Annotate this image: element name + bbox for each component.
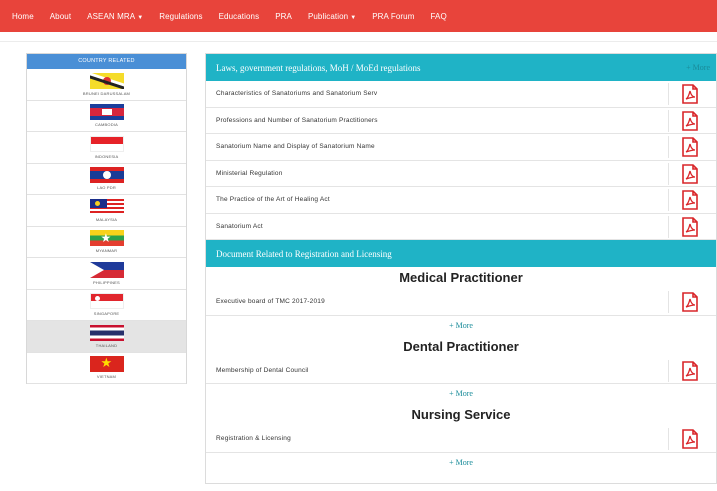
pdf-icon[interactable]: [668, 136, 710, 158]
document-row[interactable]: Ministerial Regulation: [206, 161, 716, 187]
country-item-myanmar[interactable]: ★ MYANMAR: [27, 227, 186, 258]
brunei-flag-icon: [89, 72, 124, 89]
document-title[interactable]: Characteristics of Sanatoriums and Sanat…: [216, 90, 377, 97]
nav-pra-forum[interactable]: PRA Forum: [372, 12, 414, 21]
registration-groups: Medical Practitioner Executive board of T…: [206, 267, 716, 473]
country-item-philippines[interactable]: PHILIPPINES: [27, 258, 186, 290]
document-row[interactable]: Professions and Number of Sanatorium Pra…: [206, 108, 716, 134]
sidebar-title: COUNTRY RELATED: [27, 54, 186, 69]
nav-educations[interactable]: Educations: [219, 12, 260, 21]
registration-section-title: Document Related to Registration and Lic…: [216, 248, 392, 259]
nav-publication-label: Publication: [307, 11, 349, 21]
main-content: Laws, government regulations, MoH / MoEd…: [205, 53, 717, 484]
vietnam-flag-icon: ★: [89, 356, 124, 373]
country-item-indonesia[interactable]: INDONESIA: [27, 132, 186, 164]
document-title[interactable]: Professions and Number of Sanatorium Pra…: [216, 117, 378, 124]
country-name: PHILIPPINES: [93, 279, 120, 285]
country-item-vietnam[interactable]: ★ VIETNAM: [27, 353, 186, 384]
country-name: VIETNAM: [96, 374, 117, 380]
document-title[interactable]: Membership of Dental Council: [216, 367, 309, 374]
laws-document-list: Characteristics of Sanatoriums and Sanat…: [206, 81, 716, 240]
nav-asean-mra[interactable]: ASEAN MRA ▼: [87, 12, 143, 21]
pdf-icon[interactable]: [668, 215, 710, 238]
nav-faq[interactable]: FAQ: [430, 12, 446, 21]
myanmar-flag-icon: ★: [89, 230, 124, 247]
philippines-flag-icon: [89, 261, 124, 278]
malaysia-flag-icon: [89, 198, 124, 215]
document-row[interactable]: Registration & Licensing: [206, 426, 716, 453]
country-item-cambodia[interactable]: CAMBODIA: [27, 101, 186, 132]
registration-section-header: Document Related to Registration and Lic…: [206, 240, 716, 267]
caret-down-icon: ▼: [350, 14, 357, 21]
country-name: SINGAPORE: [93, 311, 120, 317]
country-name: CAMBODIA: [95, 122, 118, 128]
thailand-flag-icon: [89, 324, 124, 341]
document-row[interactable]: Sanatorium Act: [206, 214, 716, 240]
singapore-flag-icon: [89, 293, 124, 310]
cambodia-flag-icon: [89, 104, 124, 121]
country-name: INDONESIA: [94, 153, 119, 159]
pdf-icon[interactable]: [668, 359, 710, 382]
country-item-malaysia[interactable]: MALAYSIA: [27, 195, 186, 227]
country-name: LAO PDR: [97, 185, 116, 191]
more-link[interactable]: + More: [206, 316, 716, 336]
country-item-singapore[interactable]: SINGAPORE: [27, 290, 186, 321]
country-item-brunei[interactable]: BRUNEI DARUSSALAM: [27, 69, 186, 101]
nav-publication[interactable]: Publication ▼: [308, 12, 356, 21]
document-row[interactable]: Executive board of TMC 2017-2019: [206, 289, 716, 316]
document-title[interactable]: The Practice of the Art of Healing Act: [216, 196, 330, 203]
laws-more-link[interactable]: + More: [686, 63, 710, 72]
laws-section-title: Laws, government regulations, MoH / MoEd…: [216, 62, 421, 73]
document-title[interactable]: Registration & Licensing: [216, 435, 291, 442]
laws-section-header: Laws, government regulations, MoH / MoEd…: [206, 54, 716, 81]
country-sidebar: COUNTRY RELATED BRUNEI DARUSSALAM CAMBOD…: [26, 53, 187, 384]
document-title[interactable]: Ministerial Regulation: [216, 170, 283, 177]
country-item-thailand[interactable]: THAILAND: [27, 321, 186, 353]
document-row[interactable]: Membership of Dental Council: [206, 358, 716, 384]
group-title: Nursing Service: [411, 407, 511, 422]
document-row[interactable]: The Practice of the Art of Healing Act: [206, 187, 716, 214]
country-name: THAILAND: [95, 342, 118, 348]
subheader-bar: [0, 32, 717, 42]
group-title: Dental Practitioner: [403, 338, 519, 354]
country-item-laos[interactable]: LAO PDR: [27, 164, 186, 195]
document-row[interactable]: Characteristics of Sanatoriums and Sanat…: [206, 81, 716, 108]
more-link[interactable]: + More: [206, 453, 716, 473]
laos-flag-icon: [89, 167, 124, 184]
country-name: MYANMAR: [95, 248, 118, 254]
pdf-icon[interactable]: [668, 162, 710, 185]
nav-asean-mra-label: ASEAN MRA: [87, 11, 136, 21]
nav-about[interactable]: About: [50, 12, 71, 21]
indonesia-flag-icon: [89, 135, 124, 152]
document-row[interactable]: Sanatorium Name and Display of Sanatoriu…: [206, 134, 716, 161]
pdf-icon[interactable]: [668, 189, 710, 211]
nav-home[interactable]: Home: [12, 12, 34, 21]
document-title[interactable]: Executive board of TMC 2017-2019: [216, 298, 325, 305]
nav-pra[interactable]: PRA: [275, 12, 292, 21]
pdf-icon[interactable]: [668, 83, 710, 105]
group-title: Medical Practitioner: [399, 270, 523, 285]
document-title[interactable]: Sanatorium Name and Display of Sanatoriu…: [216, 143, 375, 150]
caret-down-icon: ▼: [137, 14, 144, 21]
more-link[interactable]: + More: [206, 384, 716, 404]
pdf-icon[interactable]: [668, 109, 710, 132]
nav-regulations[interactable]: Regulations: [159, 12, 202, 21]
document-title[interactable]: Sanatorium Act: [216, 223, 263, 230]
country-name: MALAYSIA: [95, 216, 118, 222]
pdf-icon[interactable]: [668, 291, 710, 313]
pdf-icon[interactable]: [668, 428, 710, 450]
top-navigation: Home About ASEAN MRA ▼ Regulations Educat…: [0, 0, 717, 32]
country-name: BRUNEI DARUSSALAM: [82, 90, 131, 96]
